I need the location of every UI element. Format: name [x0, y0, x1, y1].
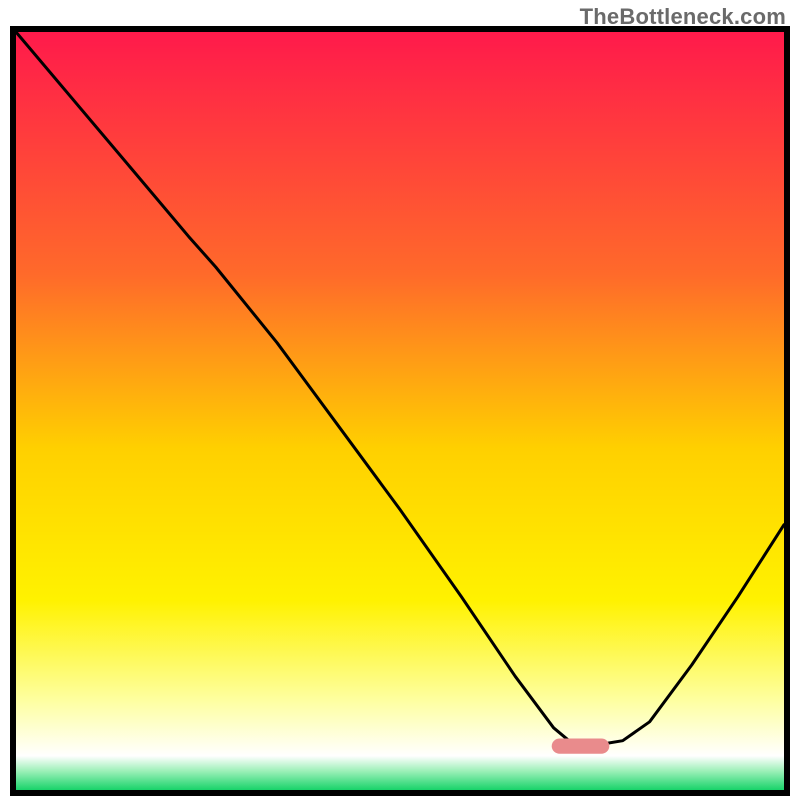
- chart-frame: [10, 26, 790, 796]
- gradient-background: [16, 32, 784, 790]
- bottleneck-chart: [16, 32, 784, 790]
- optimal-marker: [552, 739, 610, 754]
